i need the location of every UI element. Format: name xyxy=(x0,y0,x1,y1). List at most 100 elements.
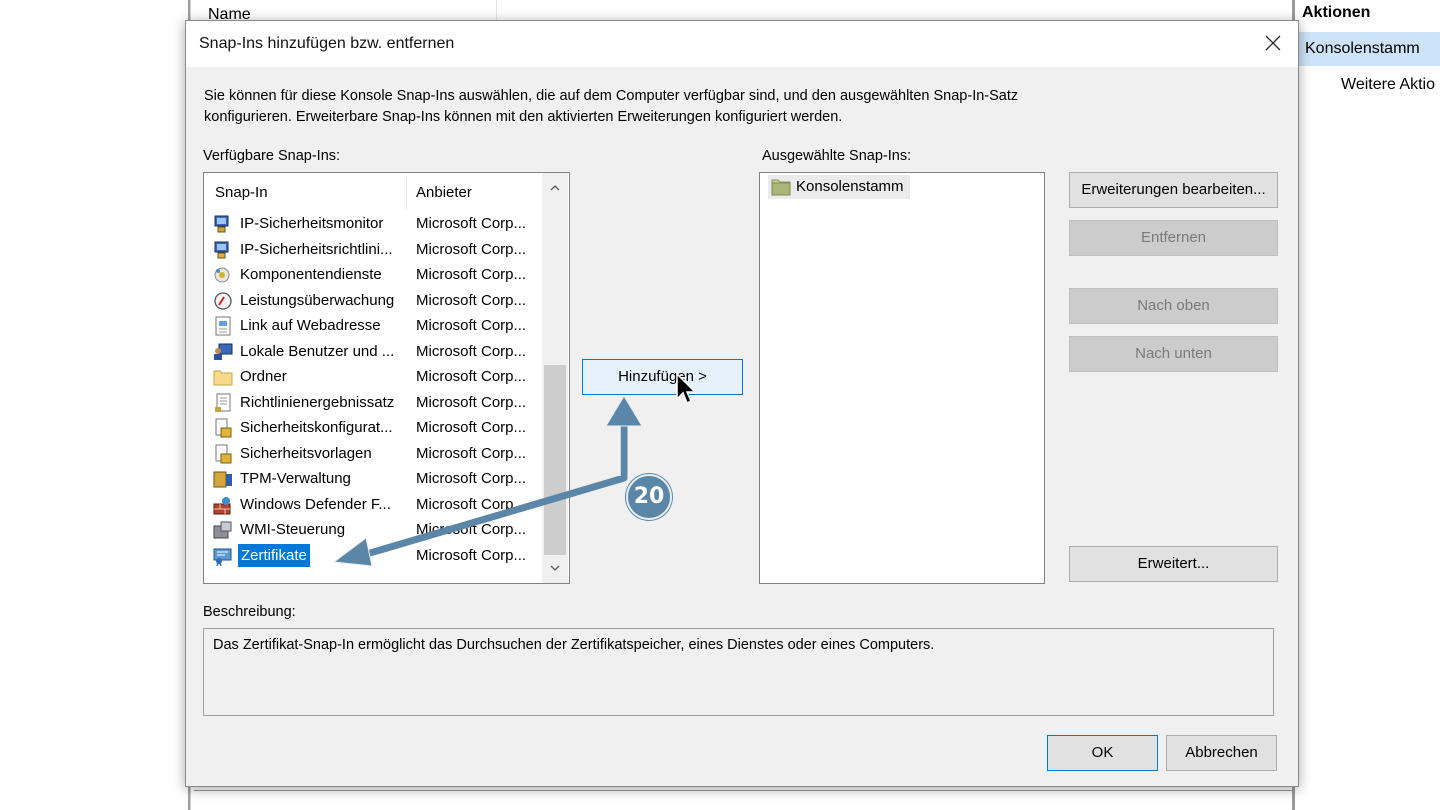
list-item-name: Windows Defender F... xyxy=(240,495,391,513)
list-item-name: Richtlinienergebnissatz xyxy=(240,393,395,411)
list-item-name: TPM-Verwaltung xyxy=(240,470,351,487)
mouse-cursor-icon xyxy=(676,373,697,405)
list-item-certificates[interactable]: Zertifikate Microsoft Corp... xyxy=(204,543,542,569)
list-item-ip-security-monitor[interactable]: IP-Sicherheitsmonitor Microsoft Corp... xyxy=(204,211,542,237)
local-users-icon xyxy=(214,343,233,360)
edit-extensions-button[interactable]: Erweiterungen bearbeiten... xyxy=(1069,172,1278,208)
list-item-local-users[interactable]: Lokale Benutzer und ... Microsoft Corp..… xyxy=(204,339,542,365)
list-item-web-link[interactable]: Link auf Webadresse Microsoft Corp... xyxy=(204,313,542,339)
actions-item-console-root[interactable]: Konsolenstamm xyxy=(1298,32,1440,66)
list-item-tpm[interactable]: TPM-Verwaltung Microsoft Corp... xyxy=(204,466,542,492)
intro-line-1: Sie können für diese Konsole Snap-Ins au… xyxy=(204,88,1019,104)
firewall-icon xyxy=(213,496,231,514)
list-item-vendor: Microsoft Corp... xyxy=(416,444,527,462)
list-item-vendor: Microsoft Corp... xyxy=(416,342,527,360)
description-box: Das Zertifikat-Snap-In ermöglicht das Du… xyxy=(203,628,1274,716)
list-item-policy-result[interactable]: Richtlinienergebnissatz Microsoft Corp..… xyxy=(204,390,542,416)
list-item-name: Ordner xyxy=(240,368,287,385)
available-list-scrollbar[interactable] xyxy=(542,173,568,583)
console-root-folder-icon xyxy=(771,179,791,196)
actions-pane: Aktionen Konsolenstamm Weitere Aktio xyxy=(1298,0,1440,810)
scroll-down-button[interactable] xyxy=(542,553,568,583)
list-item-vendor: Microsoft Corp... xyxy=(416,470,527,487)
add-remove-snapins-dialog: Snap-Ins hinzufügen bzw. entfernen Sie k… xyxy=(185,20,1299,787)
list-item-name: IP-Sicherheitsmonitor xyxy=(240,215,384,232)
description-label: Beschreibung: xyxy=(203,604,296,620)
list-item-name: Zertifikate xyxy=(238,543,310,567)
column-separator[interactable] xyxy=(406,177,407,209)
performance-monitor-icon xyxy=(214,291,232,310)
name-column-header[interactable]: Name xyxy=(196,0,497,23)
cancel-button[interactable]: Abbrechen xyxy=(1166,735,1277,771)
move-down-button[interactable]: Nach unten xyxy=(1069,336,1278,372)
list-item-component-services[interactable]: Komponentendienste Microsoft Corp... xyxy=(204,262,542,288)
advanced-button[interactable]: Erweitert... xyxy=(1069,546,1278,582)
list-item-name: Lokale Benutzer und ... xyxy=(240,342,395,360)
policy-result-icon xyxy=(215,393,231,412)
step-badge: 20 xyxy=(626,474,672,520)
available-snapins-label: Verfügbare Snap-Ins: xyxy=(203,148,341,164)
list-item-ip-security-policy[interactable]: IP-Sicherheitsrichtlini... Microsoft Cor… xyxy=(204,237,542,263)
actions-title: Aktionen xyxy=(1302,4,1371,21)
list-item-name: Sicherheitsvorlagen xyxy=(240,444,372,462)
list-item-vendor: Microsoft Corp... xyxy=(416,240,527,258)
list-item-name: Sicherheitskonfigurat... xyxy=(240,419,393,436)
ip-policy-icon xyxy=(214,241,229,258)
scroll-thumb[interactable] xyxy=(544,365,566,555)
intro-text: Sie können für diese Konsole Snap-Ins au… xyxy=(204,86,1204,128)
ip-security-icon xyxy=(214,215,229,233)
actions-more-actions[interactable]: Weitere Aktio xyxy=(1341,76,1435,94)
component-services-icon xyxy=(214,267,230,283)
selected-item-console-root[interactable]: Konsolenstamm xyxy=(768,175,910,199)
description-text: Das Zertifikat-Snap-In ermöglicht das Du… xyxy=(213,637,935,653)
dialog-titlebar[interactable]: Snap-Ins hinzufügen bzw. entfernen xyxy=(186,21,1298,67)
list-item-security-config[interactable]: Sicherheitskonfigurat... Microsoft Corp.… xyxy=(204,415,542,441)
list-item-name: Leistungsüberwachung xyxy=(240,291,395,309)
mmc-bottom-border xyxy=(194,790,1294,791)
list-item-vendor: Microsoft Corp... xyxy=(416,521,527,538)
available-snapins-list[interactable]: Snap-In Anbieter IP-Sicherheitsmonitor M… xyxy=(203,172,570,584)
chevron-up-icon xyxy=(550,185,560,191)
move-up-button[interactable]: Nach oben xyxy=(1069,288,1278,324)
list-item-vendor: Microsoft Corp... xyxy=(416,215,527,232)
list-item-vendor: Microsoft Corp... xyxy=(416,495,527,513)
list-item-vendor: Microsoft Corp... xyxy=(416,266,527,283)
list-rows: IP-Sicherheitsmonitor Microsoft Corp... … xyxy=(204,211,542,568)
wmi-icon xyxy=(213,521,232,539)
web-link-icon xyxy=(215,316,231,336)
list-item-vendor: Microsoft Corp... xyxy=(416,393,527,411)
certificates-icon xyxy=(213,548,232,566)
list-item-vendor: Microsoft Corp... xyxy=(416,419,527,436)
selected-item-name: Konsolenstamm xyxy=(796,178,904,195)
actions-item-label: Konsolenstamm xyxy=(1305,40,1420,57)
list-item-name: Link auf Webadresse xyxy=(240,317,381,334)
list-column-header: Snap-In Anbieter xyxy=(204,173,544,211)
ok-button[interactable]: OK xyxy=(1047,735,1158,771)
remove-button[interactable]: Entfernen xyxy=(1069,220,1278,256)
list-item-folder[interactable]: Ordner Microsoft Corp... xyxy=(204,364,542,390)
list-item-name: WMI-Steuerung xyxy=(240,521,346,538)
list-item-vendor: Microsoft Corp... xyxy=(416,368,527,385)
list-item-vendor: Microsoft Corp... xyxy=(416,546,527,564)
tpm-icon xyxy=(213,471,232,488)
close-button[interactable] xyxy=(1256,27,1290,59)
scroll-up-button[interactable] xyxy=(542,173,568,203)
list-item-vendor: Microsoft Corp... xyxy=(416,291,527,309)
list-item-name: Komponentendienste xyxy=(240,266,382,283)
close-icon xyxy=(1265,35,1281,51)
intro-line-2: konfigurieren. Erweiterbare Snap-Ins kön… xyxy=(204,109,843,125)
column-header-snapin[interactable]: Snap-In xyxy=(215,184,268,201)
folder-icon xyxy=(213,370,233,386)
list-item-security-templates[interactable]: Sicherheitsvorlagen Microsoft Corp... xyxy=(204,441,542,467)
selected-snapins-list[interactable]: Konsolenstamm xyxy=(759,172,1045,584)
list-item-performance-monitor[interactable]: Leistungsüberwachung Microsoft Corp... xyxy=(204,288,542,314)
list-item-wmi[interactable]: WMI-Steuerung Microsoft Corp... xyxy=(204,517,542,543)
security-templates-icon xyxy=(215,444,232,463)
list-item-vendor: Microsoft Corp... xyxy=(416,317,527,334)
security-config-icon xyxy=(215,418,232,438)
dialog-title: Snap-Ins hinzufügen bzw. entfernen xyxy=(199,35,455,52)
column-header-vendor[interactable]: Anbieter xyxy=(416,184,472,201)
add-button[interactable]: Hinzufügen > xyxy=(582,359,743,395)
list-item-windows-defender-firewall[interactable]: Windows Defender F... Microsoft Corp... xyxy=(204,492,542,518)
list-item-name: IP-Sicherheitsrichtlini... xyxy=(240,240,393,258)
